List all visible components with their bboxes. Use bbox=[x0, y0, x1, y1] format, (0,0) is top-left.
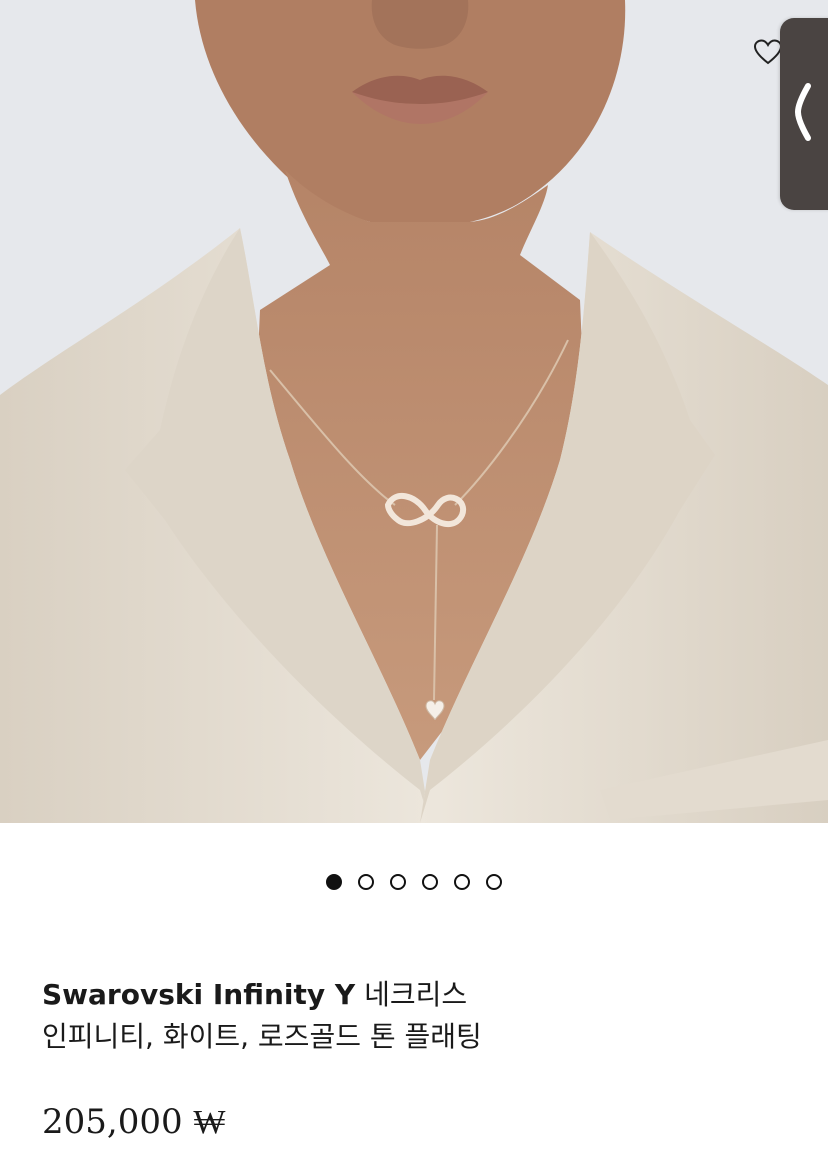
pagination-dot-6[interactable] bbox=[486, 874, 502, 890]
pagination-dot-4[interactable] bbox=[422, 874, 438, 890]
product-title-line1: Swarovski Infinity Y 네크리스 bbox=[42, 974, 802, 1016]
pagination-dot-3[interactable] bbox=[390, 874, 406, 890]
product-title-line2: 인피니티, 화이트, 로즈골드 톤 플래팅 bbox=[42, 1020, 482, 1053]
product-title-brand: Swarovski Infinity Y bbox=[42, 978, 356, 1011]
chevron-left-icon bbox=[790, 82, 814, 146]
product-image[interactable] bbox=[0, 0, 828, 823]
side-panel-handle[interactable] bbox=[780, 18, 828, 210]
pagination-dot-5[interactable] bbox=[454, 874, 470, 890]
product-photo bbox=[0, 0, 828, 823]
heart-outline-icon bbox=[753, 38, 783, 66]
product-title: Swarovski Infinity Y 네크리스 인피니티, 화이트, 로즈골… bbox=[42, 974, 802, 1058]
product-title-type: 네크리스 bbox=[364, 978, 468, 1011]
pagination-dot-1[interactable] bbox=[326, 874, 342, 890]
image-pagination bbox=[0, 874, 828, 896]
pagination-dot-2[interactable] bbox=[358, 874, 374, 890]
product-price: 205,000 ₩ bbox=[42, 1102, 226, 1142]
